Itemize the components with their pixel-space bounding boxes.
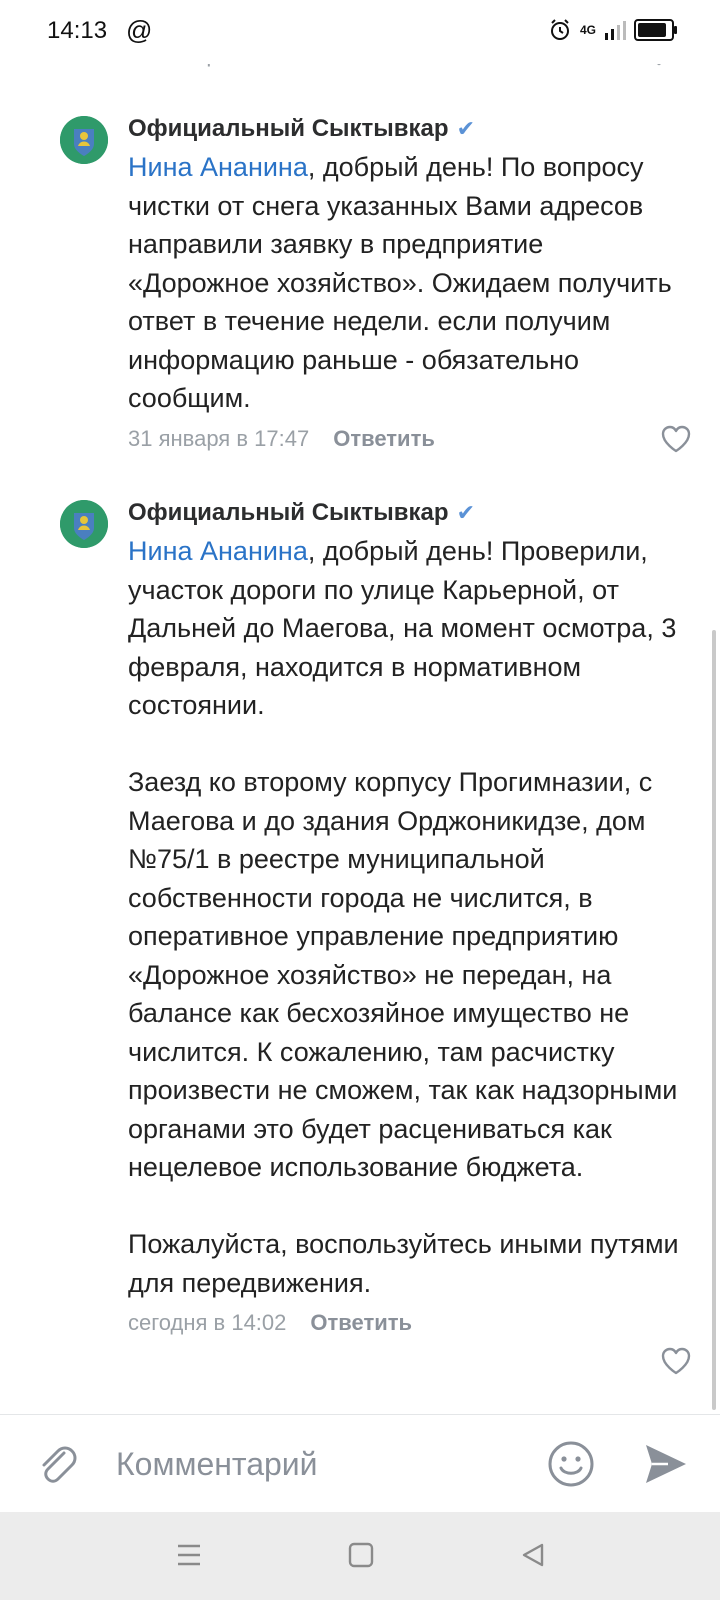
comment-text: Нина Ананина, добрый день! По вопросу чи…: [128, 148, 688, 418]
navigation-bar: [0, 1512, 720, 1600]
comment-date[interactable]: сегодня в 14:02: [128, 1310, 286, 1336]
emoji-icon[interactable]: [546, 1439, 596, 1489]
heart-icon[interactable]: [660, 424, 692, 454]
at-sign-icon: @: [126, 15, 153, 45]
status-icons: 4G: [548, 18, 677, 42]
comment-input-bar: [0, 1414, 720, 1515]
status-time: 14:13: [47, 17, 108, 44]
coat-of-arms-icon: [60, 116, 108, 164]
comment-body: , добрый день! По вопросу чистки от снег…: [128, 152, 680, 413]
comment-body: , добрый день! Проверили, участок дороги…: [128, 536, 679, 1298]
author-name[interactable]: Официальный Сыктывкар: [128, 496, 449, 530]
comment-author[interactable]: Официальный Сыктывкар ✔: [128, 112, 688, 146]
home-square-icon[interactable]: [348, 1542, 374, 1568]
paperclip-icon[interactable]: [34, 1441, 80, 1487]
menu-icon[interactable]: [176, 1542, 202, 1568]
avatar[interactable]: [60, 500, 108, 548]
mention-link[interactable]: Нина Ананина: [128, 536, 308, 566]
network-type: 4G: [579, 23, 596, 37]
verified-check-icon: ✔: [456, 500, 475, 525]
comment-author[interactable]: Официальный Сыктывкар ✔: [128, 496, 688, 530]
heart-icon[interactable]: [660, 1346, 692, 1376]
comment-text: Нина Ананина, добрый день! Проверили, уч…: [128, 532, 688, 1302]
reply-button[interactable]: Ответить: [310, 1310, 412, 1336]
battery-icon: [634, 19, 677, 41]
comment-meta: сегодня в 14:02 Ответить: [128, 1306, 688, 1340]
back-triangle-icon[interactable]: [520, 1542, 546, 1568]
alarm-icon: [550, 19, 569, 40]
comment-input[interactable]: [114, 1445, 518, 1484]
verified-check-icon: ✔: [456, 116, 475, 141]
comment-date[interactable]: 31 января в 17:47: [128, 426, 309, 452]
mention-link[interactable]: Нина Ананина: [128, 152, 308, 182]
reply-button[interactable]: Ответить: [333, 426, 435, 452]
coat-of-arms-icon: [60, 500, 108, 548]
status-bar: 14:13 @ 4G: [0, 0, 720, 64]
avatar[interactable]: [60, 116, 108, 164]
comment-meta: 31 января в 17:47 Ответить: [128, 422, 688, 456]
send-icon[interactable]: [642, 1441, 690, 1487]
signal-icon: [605, 21, 626, 40]
author-name[interactable]: Официальный Сыктывкар: [128, 112, 449, 146]
scrollbar[interactable]: [712, 630, 716, 1410]
